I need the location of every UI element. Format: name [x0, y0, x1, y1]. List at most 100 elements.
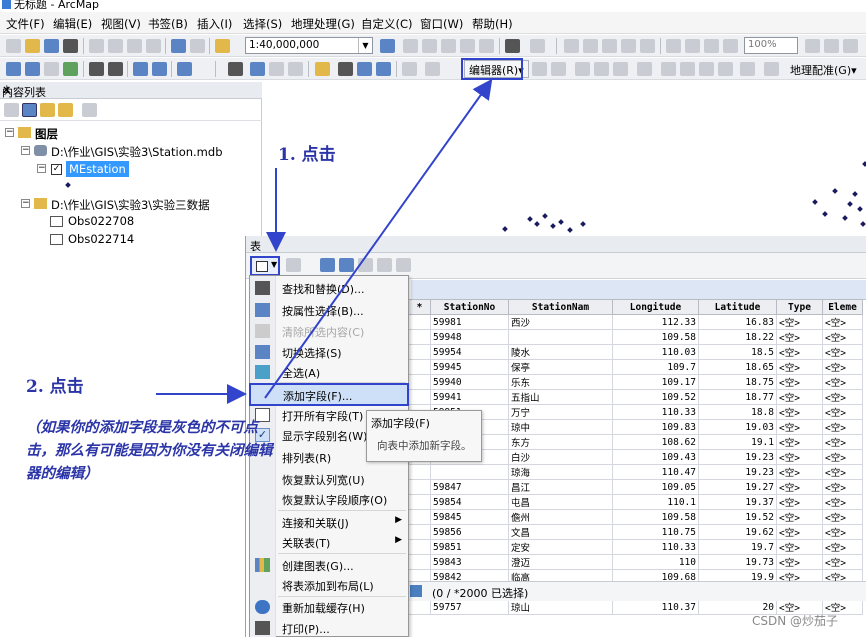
table-cell[interactable]: <空> [822, 404, 863, 420]
sketch-properties-icon[interactable] [764, 62, 779, 76]
table-cell[interactable]: 59948 [430, 329, 509, 345]
collapse-icon[interactable]: − [21, 146, 30, 155]
table-cell[interactable]: 五指山 [508, 389, 613, 405]
search-window-icon[interactable] [441, 39, 456, 53]
pan-icon[interactable] [44, 62, 59, 76]
table-cell[interactable]: <空> [776, 419, 823, 435]
menu-selection[interactable]: 选择(S) [243, 16, 282, 32]
table-cell[interactable]: 18.22 [698, 329, 777, 345]
menu-item-find-replace[interactable]: 查找和替换(D)... [250, 278, 408, 298]
table-cell[interactable]: 文昌 [508, 524, 613, 540]
rotate-icon[interactable] [718, 62, 733, 76]
toolbar-icon-g[interactable] [666, 39, 681, 53]
reshape-icon[interactable] [661, 62, 676, 76]
arctoolbox-icon[interactable] [460, 39, 475, 53]
related-tables-icon[interactable] [286, 258, 301, 272]
table-cell[interactable]: 18.65 [698, 359, 777, 375]
menu-geoprocessing[interactable]: 地理处理(G) [291, 16, 355, 32]
menu-item-add-field[interactable]: 添加字段(F)... [249, 383, 409, 406]
table-row[interactable]: 59854 屯昌 110.1 19.37 <空> <空> [408, 494, 863, 510]
table-cell[interactable]: 18.77 [698, 389, 777, 405]
table-cell[interactable]: 59981 [430, 314, 509, 330]
table-cell[interactable]: 109.83 [612, 419, 699, 435]
table-cell[interactable]: <空> [776, 509, 823, 525]
new-document-icon[interactable] [6, 39, 21, 53]
table-row[interactable]: 59945 保亭 109.7 18.65 <空> <空> [408, 359, 863, 375]
open-folder-icon[interactable] [25, 39, 40, 53]
forward-extent-icon[interactable] [152, 62, 167, 76]
table-cell[interactable]: 16.83 [698, 314, 777, 330]
toolbar-icon-l[interactable] [824, 39, 839, 53]
attributes-icon[interactable] [740, 62, 755, 76]
paste-icon[interactable] [127, 39, 142, 53]
table-cell[interactable]: 109.58 [612, 509, 699, 525]
table-cell[interactable]: <空> [822, 419, 863, 435]
edit-tool-icon[interactable] [532, 62, 547, 76]
row-selector[interactable] [408, 464, 431, 480]
list-by-selection-icon[interactable] [58, 103, 73, 117]
table-cell[interactable]: 定安 [508, 539, 613, 555]
toolbar-icon-j[interactable] [723, 39, 738, 53]
menu-item-joins-relates[interactable]: 连接和关联(J) ▶ [250, 512, 408, 532]
show-all-records-icon[interactable] [410, 585, 422, 597]
table-cell[interactable]: 琼海 [508, 464, 613, 480]
zoom-to-selected-icon[interactable] [377, 258, 392, 272]
edit-vertices-icon[interactable] [637, 62, 652, 76]
table-cell[interactable]: 19.52 [698, 509, 777, 525]
table-cell[interactable]: <空> [776, 479, 823, 495]
table-cell[interactable]: 59954 [430, 344, 509, 360]
table-obs022714[interactable]: Obs022714 [68, 232, 134, 246]
trace-icon[interactable] [613, 62, 628, 76]
table-cell[interactable]: <空> [822, 329, 863, 345]
table-cell[interactable]: 109.05 [612, 479, 699, 495]
row-selector[interactable] [408, 374, 431, 390]
catalog-window-icon[interactable] [422, 39, 437, 53]
toolbar-icon-d[interactable] [602, 39, 617, 53]
table-cell[interactable]: <空> [822, 539, 863, 555]
table-cell[interactable]: 西沙 [508, 314, 613, 330]
table-cell[interactable]: <空> [776, 404, 823, 420]
menu-item-select-all[interactable]: 全选(A) [250, 362, 408, 382]
column-header[interactable]: StationNam [508, 299, 613, 315]
table-cell[interactable]: <空> [822, 374, 863, 390]
switch-selection-icon[interactable] [339, 258, 354, 272]
table-cell[interactable]: <空> [822, 389, 863, 405]
table-layer-tab[interactable] [411, 280, 866, 300]
toolbar-icon-a[interactable] [530, 39, 545, 53]
layers-root[interactable]: 图层 [35, 126, 58, 142]
table-cell[interactable]: 109.17 [612, 374, 699, 390]
editor-toolbar-icon[interactable] [380, 39, 395, 53]
editor-menu-button[interactable]: 编辑器(R)▾ [464, 60, 529, 78]
add-data-icon[interactable] [215, 39, 230, 53]
table-cell[interactable]: 109.52 [612, 389, 699, 405]
table-cell[interactable]: 19.03 [698, 419, 777, 435]
table-row[interactable]: 59851 定安 110.33 19.7 <空> <空> [408, 539, 863, 555]
row-selector[interactable] [408, 599, 431, 615]
table-cell[interactable]: <空> [776, 449, 823, 465]
measure-icon[interactable] [315, 62, 330, 76]
table-cell[interactable]: <空> [822, 494, 863, 510]
table-cell[interactable]: <空> [776, 494, 823, 510]
table-cell[interactable]: 昌江 [508, 479, 613, 495]
table-cell[interactable]: 18.8 [698, 404, 777, 420]
table-cell[interactable]: 儋州 [508, 509, 613, 525]
table-cell[interactable]: 19.62 [698, 524, 777, 540]
table-cell[interactable]: 59757 [430, 599, 509, 615]
table-cell[interactable]: <空> [776, 464, 823, 480]
toolbar-icon-f[interactable] [640, 39, 655, 53]
menu-view[interactable]: 视图(V) [101, 16, 141, 32]
table-cell[interactable]: 59941 [430, 389, 509, 405]
table-cell[interactable]: 59843 [430, 554, 509, 570]
menu-item-restore-field-order[interactable]: 恢复默认字段顺序(O) [250, 489, 408, 509]
column-header[interactable]: Latitude [698, 299, 777, 315]
table-cell[interactable]: 保亭 [508, 359, 613, 375]
table-cell[interactable]: 110.47 [612, 464, 699, 480]
column-header[interactable]: Longitude [612, 299, 699, 315]
table-cell[interactable]: 19.23 [698, 449, 777, 465]
table-cell[interactable]: <空> [776, 389, 823, 405]
table-cell[interactable]: 白沙 [508, 449, 613, 465]
table-cell[interactable]: <空> [822, 554, 863, 570]
list-by-drawing-order-icon[interactable] [4, 103, 19, 117]
layout-zoom-combobox[interactable]: 100% [744, 37, 798, 54]
python-window-icon[interactable] [479, 39, 494, 53]
